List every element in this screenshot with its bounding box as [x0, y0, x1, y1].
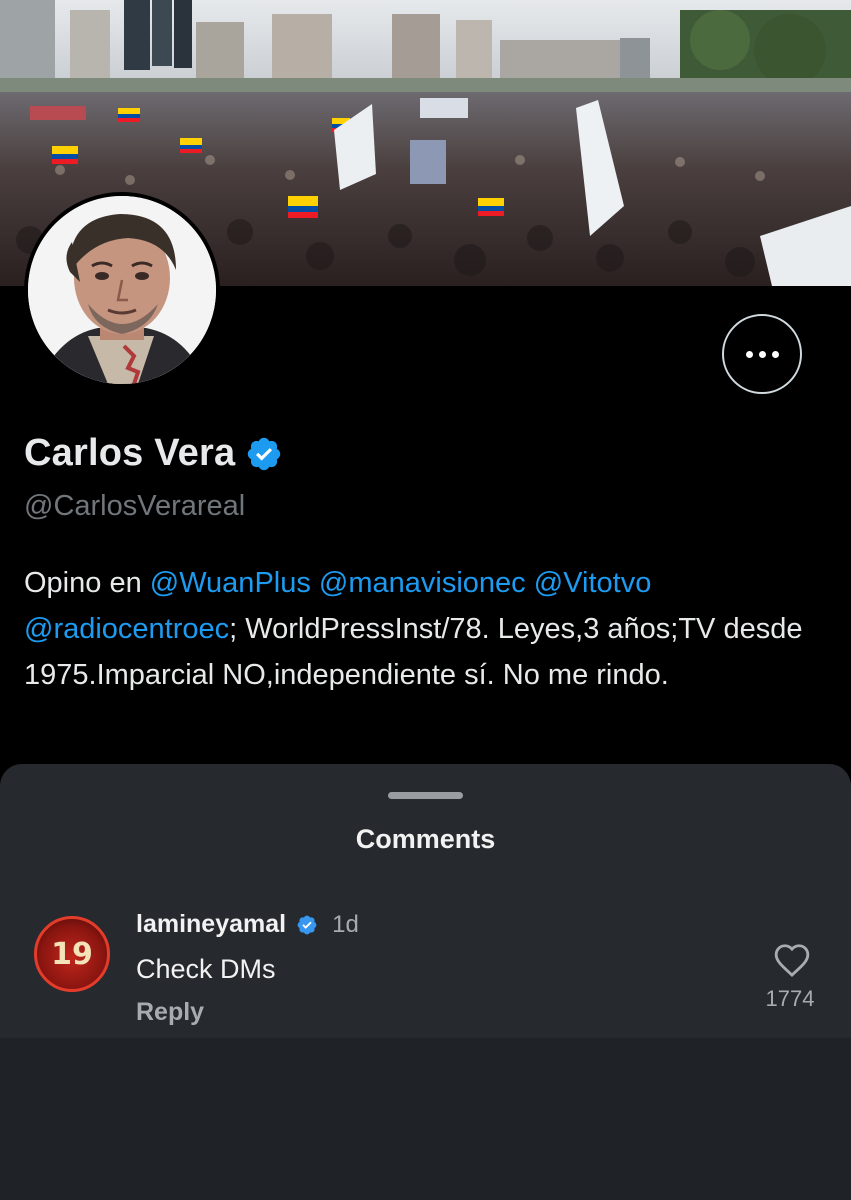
- bio-mention-link[interactable]: @radiocentroec: [24, 613, 229, 645]
- bio-mention-link[interactable]: @Vitotvo: [534, 567, 652, 599]
- comment-username[interactable]: lamineyamal: [136, 910, 286, 939]
- profile-name-row: Carlos Vera: [24, 432, 283, 475]
- comment-body: Check DMs: [136, 954, 276, 984]
- profile-handle: @CarlosVerareal: [24, 490, 246, 522]
- more-horizontal-icon-dot: [745, 350, 753, 358]
- profile-avatar[interactable]: [24, 192, 220, 388]
- sheet-drag-handle[interactable]: [388, 792, 463, 799]
- profile-bio: Opino en @WuanPlus @manavisionec @Vitotv…: [24, 560, 834, 698]
- comments-sheet-empty-area: [0, 1038, 851, 1200]
- bio-text-prefix: Opino en: [24, 567, 150, 599]
- like-count: 1774: [765, 986, 815, 1011]
- reply-button[interactable]: Reply: [136, 998, 204, 1027]
- bio-mention-link[interactable]: @manavisionec: [319, 567, 526, 599]
- comment-header: lamineyamal 1d: [136, 910, 359, 939]
- comment-author-avatar[interactable]: 19: [34, 916, 110, 992]
- comment-timestamp: 1d: [332, 910, 359, 938]
- verified-badge-icon: [248, 437, 281, 470]
- verified-badge-icon: [297, 915, 317, 934]
- more-options-button[interactable]: [722, 314, 802, 394]
- profile-display-name: Carlos Vera: [24, 432, 236, 474]
- more-horizontal-icon-dot: [771, 350, 779, 358]
- comments-sheet-title: Comments: [355, 824, 496, 854]
- heart-icon[interactable]: [773, 942, 811, 978]
- bio-mention-link[interactable]: @WuanPlus: [150, 567, 311, 599]
- avatar-jersey-number: 19: [51, 936, 93, 972]
- more-horizontal-icon-dot: [758, 350, 766, 358]
